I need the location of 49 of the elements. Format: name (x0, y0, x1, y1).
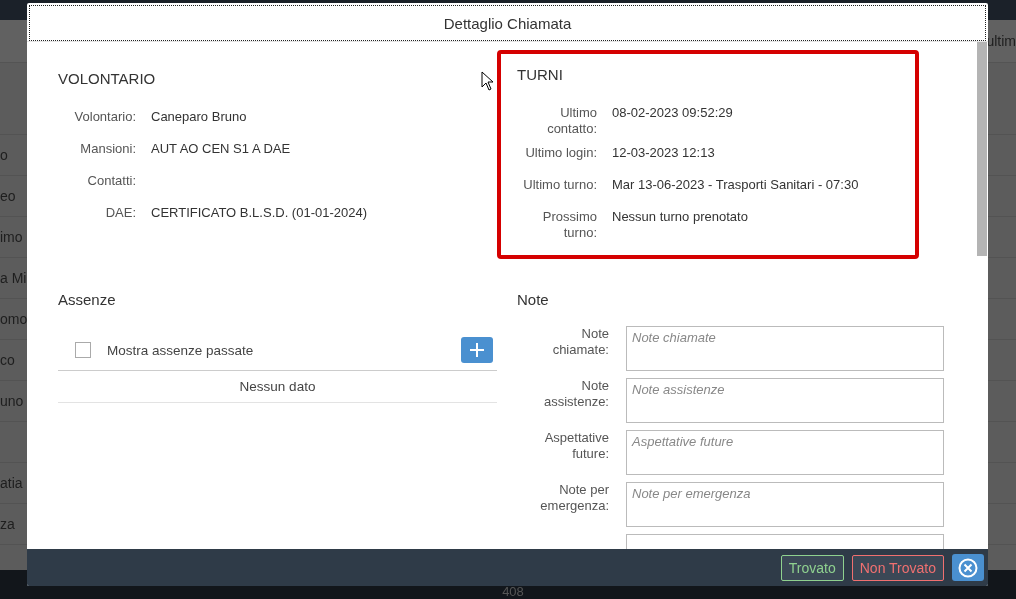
note-field[interactable]: Aspettative future (626, 430, 944, 475)
note-field[interactable]: Note per emergenza (626, 482, 944, 527)
checkbox-label: Mostra assenze passate (107, 342, 255, 358)
empty-message: Nessun dato (239, 379, 316, 394)
close-icon (958, 557, 978, 578)
field-value: CERTIFICATO B.L.S.D. (01-01-2024) (151, 205, 369, 222)
row-count: 408 (502, 584, 524, 599)
not-found-button[interactable]: Non Trovato (851, 554, 944, 581)
found-button[interactable]: Trovato (780, 554, 844, 581)
field-label: Aspettative future: (543, 430, 609, 463)
field-value: Nessun turno prenotato (612, 209, 749, 226)
field-label: Ultimo contatto: (546, 105, 597, 137)
dialog-title: Dettaglio Chiamata (443, 14, 572, 32)
field-label: DAE: (104, 205, 136, 222)
field-value: 12-03-2023 12:13 (612, 145, 716, 162)
field-label: Prossimo turno: (541, 209, 597, 241)
table-cell: omo (0, 311, 28, 327)
field-label: Note per emergenza: (539, 482, 609, 515)
close-button[interactable] (952, 554, 984, 581)
table-cell: atia (0, 475, 23, 491)
section-heading: Assenze (58, 291, 116, 308)
table-cell: o (0, 147, 8, 163)
cursor-icon (481, 71, 494, 91)
section-heading: TURNI (517, 66, 563, 83)
add-button[interactable] (461, 337, 493, 363)
field-label: Note assistenze: (542, 378, 609, 411)
table-cell: a Mi (0, 270, 27, 286)
table-cell: uno (0, 393, 24, 409)
field-value: Caneparo Bruno (151, 109, 248, 126)
field-value: AUT AO CEN S1 A DAE (151, 141, 292, 158)
field-label: Mansioni: (79, 141, 136, 158)
table-cell: co (0, 352, 15, 368)
table-cell: eo (0, 188, 16, 204)
plus-icon (469, 342, 485, 358)
table-cell: za (0, 516, 15, 532)
field-label: Volontario: (73, 109, 136, 126)
field-value: 08-02-2023 09:52:29 (612, 105, 734, 122)
field-label: Note chiamate: (551, 326, 609, 359)
table-cell: imo (0, 229, 23, 245)
field-value: Mar 13-06-2023 - Trasporti Sanitari - 07:30 (612, 177, 860, 194)
note-field[interactable]: Note chiamate (626, 326, 944, 371)
note-field[interactable]: Note assistenze (626, 378, 944, 423)
field-label: Contatti: (86, 173, 136, 190)
field-label: Ultimo login: (524, 145, 597, 162)
section-heading: VOLONTARIO (58, 70, 156, 87)
checkbox[interactable] (75, 342, 91, 358)
field-label: Ultimo turno: (522, 177, 597, 194)
scrollbar[interactable] (977, 42, 987, 256)
section-heading: Note (517, 291, 549, 308)
